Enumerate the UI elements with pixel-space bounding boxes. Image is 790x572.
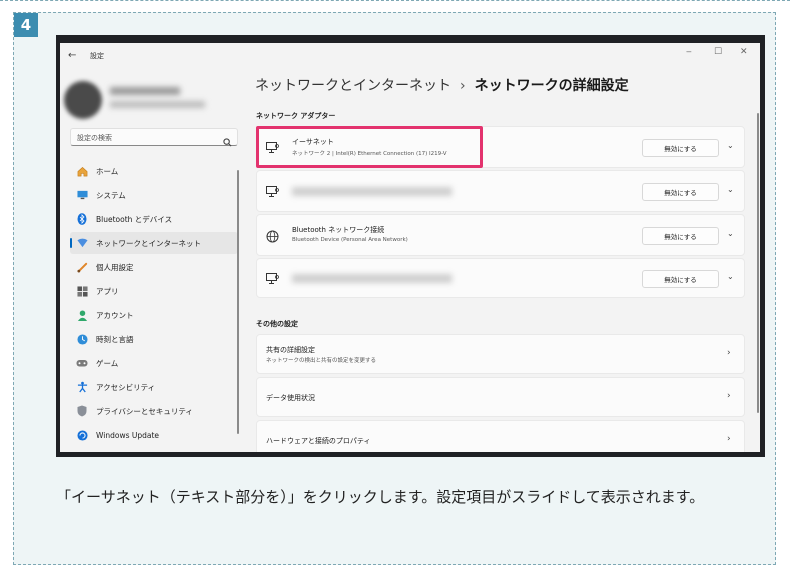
row-title: ハードウェアと接続のプロパティ [266, 437, 371, 445]
disable-button[interactable]: 無効にする [642, 183, 719, 201]
gaming-icon [76, 357, 88, 369]
adapter-name[interactable]: Bluetooth ネットワーク接続 [292, 225, 384, 235]
maximize-icon[interactable]: ☐ [714, 47, 722, 57]
chevron-down-icon[interactable]: ⌄ [727, 272, 734, 281]
sidebar-item-label: ホーム [96, 166, 119, 176]
step-number-badge: 4 [14, 13, 38, 37]
search-icon[interactable] [223, 132, 232, 151]
adapter-row-bluetooth[interactable]: Bluetooth ネットワーク接続 Bluetooth Device (Per… [256, 214, 745, 256]
sidebar-item-accounts[interactable]: アカウント [70, 304, 238, 326]
minimize-icon[interactable]: ‒ [686, 47, 692, 57]
sidebar-item-label: アクセシビリティ [96, 382, 156, 392]
sidebar-item-label: Windows Update [96, 430, 160, 440]
network-icon [76, 237, 88, 249]
update-icon [76, 429, 88, 441]
shield-icon [76, 405, 88, 417]
chevron-down-icon[interactable]: ⌄ [727, 185, 734, 194]
sidebar-item-label: アカウント [96, 310, 134, 320]
breadcrumb-parent-link[interactable]: ネットワークとインターネット [255, 78, 451, 94]
sidebar-scrollbar[interactable] [237, 170, 239, 434]
ethernet-icon [266, 271, 280, 290]
sidebar-item-label: システム [96, 190, 126, 200]
disable-button[interactable]: 無効にする [642, 227, 719, 245]
sidebar-item-bluetooth[interactable]: Bluetooth とデバイス [70, 208, 238, 230]
sidebar-item-label: 個人用設定 [96, 262, 134, 272]
user-email-blurred [110, 101, 205, 108]
data-usage-row[interactable]: データ使用状況 › [256, 377, 745, 417]
title-bar: ← 設定 ‒ ☐ ✕ [60, 43, 760, 69]
ethernet-icon [266, 184, 280, 203]
close-icon[interactable]: ✕ [740, 47, 748, 57]
home-icon [76, 165, 88, 177]
globe-network-icon [266, 228, 279, 247]
chevron-down-icon[interactable]: ⌄ [727, 229, 734, 238]
chevron-right-icon[interactable]: › [727, 391, 731, 401]
breadcrumb: ネットワークとインターネット › ネットワークの詳細設定 [255, 75, 629, 95]
sidebar-item-privacy[interactable]: プライバシーとセキュリティ [70, 400, 238, 422]
adapters-section-title: ネットワーク アダプター [256, 112, 336, 120]
system-icon [76, 189, 88, 201]
sidebar-item-label: ゲーム [96, 358, 119, 368]
settings-search-input[interactable]: 設定の検索 [70, 128, 238, 147]
sharing-settings-row[interactable]: 共有の詳細設定 ネットワークの検出と共有の設定を変更する › [256, 334, 745, 374]
row-title: 共有の詳細設定 [266, 346, 315, 354]
user-name-blurred [110, 87, 180, 95]
selection-indicator [70, 238, 72, 248]
sidebar-item-label: プライバシーとセキュリティ [96, 406, 193, 416]
sidebar-item-network[interactable]: ネットワークとインターネット [70, 232, 238, 254]
bluetooth-icon [76, 213, 88, 225]
breadcrumb-separator: › [460, 78, 466, 94]
content-scrollbar[interactable] [757, 113, 759, 413]
disable-button[interactable]: 無効にする [642, 270, 719, 288]
back-arrow-icon[interactable]: ← [68, 50, 76, 61]
adapter-row-4[interactable]: 無効にする ⌄ [256, 258, 745, 298]
accessibility-icon [76, 381, 88, 393]
chevron-right-icon[interactable]: › [727, 434, 731, 444]
sidebar-item-system[interactable]: システム [70, 184, 238, 206]
adapter-detail[interactable]: Bluetooth Device (Personal Area Network) [292, 237, 408, 243]
chevron-down-icon[interactable]: ⌄ [727, 141, 734, 150]
page-title: ネットワークの詳細設定 [474, 78, 629, 94]
other-settings-section-title: その他の設定 [256, 320, 298, 328]
settings-window: ← 設定 ‒ ☐ ✕ 設定の検索 ホーム システム Bluetooth とデバイ… [60, 43, 760, 452]
adapter-name-blurred [292, 274, 452, 283]
sidebar-item-label: Bluetooth とデバイス [96, 214, 173, 224]
brush-icon [76, 261, 88, 273]
step-caption: 「イーサネット（テキスト部分を）」をクリックします。設定項目がスライドして表示さ… [56, 488, 705, 506]
sidebar-item-time-language[interactable]: 時刻と言語 [70, 328, 238, 350]
window-title: 設定 [90, 52, 104, 60]
time-language-icon [76, 333, 88, 345]
row-description: ネットワークの検出と共有の設定を変更する [266, 358, 377, 364]
account-icon [76, 309, 88, 321]
sidebar-item-accessibility[interactable]: アクセシビリティ [70, 376, 238, 398]
hardware-properties-row[interactable]: ハードウェアと接続のプロパティ › [256, 420, 745, 452]
sidebar-item-label: 時刻と言語 [96, 334, 134, 344]
sidebar-item-apps[interactable]: アプリ [70, 280, 238, 302]
ethernet-highlight-box [256, 126, 483, 168]
chevron-right-icon[interactable]: › [727, 348, 731, 358]
adapter-row-2[interactable]: 無効にする ⌄ [256, 170, 745, 212]
sidebar-item-home[interactable]: ホーム [70, 160, 238, 182]
search-placeholder: 設定の検索 [77, 134, 112, 142]
adapter-name-blurred [292, 187, 452, 196]
row-title: データ使用状況 [266, 394, 315, 402]
sidebar-item-personalization[interactable]: 個人用設定 [70, 256, 238, 278]
apps-icon [76, 285, 88, 297]
user-avatar[interactable] [64, 81, 102, 119]
sidebar-item-label: アプリ [96, 286, 119, 296]
sidebar-item-windows-update[interactable]: Windows Update [70, 424, 238, 446]
sidebar-item-label: ネットワークとインターネット [96, 238, 201, 248]
top-dashed-rule [0, 0, 790, 1]
disable-button[interactable]: 無効にする [642, 139, 719, 157]
sidebar-item-gaming[interactable]: ゲーム [70, 352, 238, 374]
